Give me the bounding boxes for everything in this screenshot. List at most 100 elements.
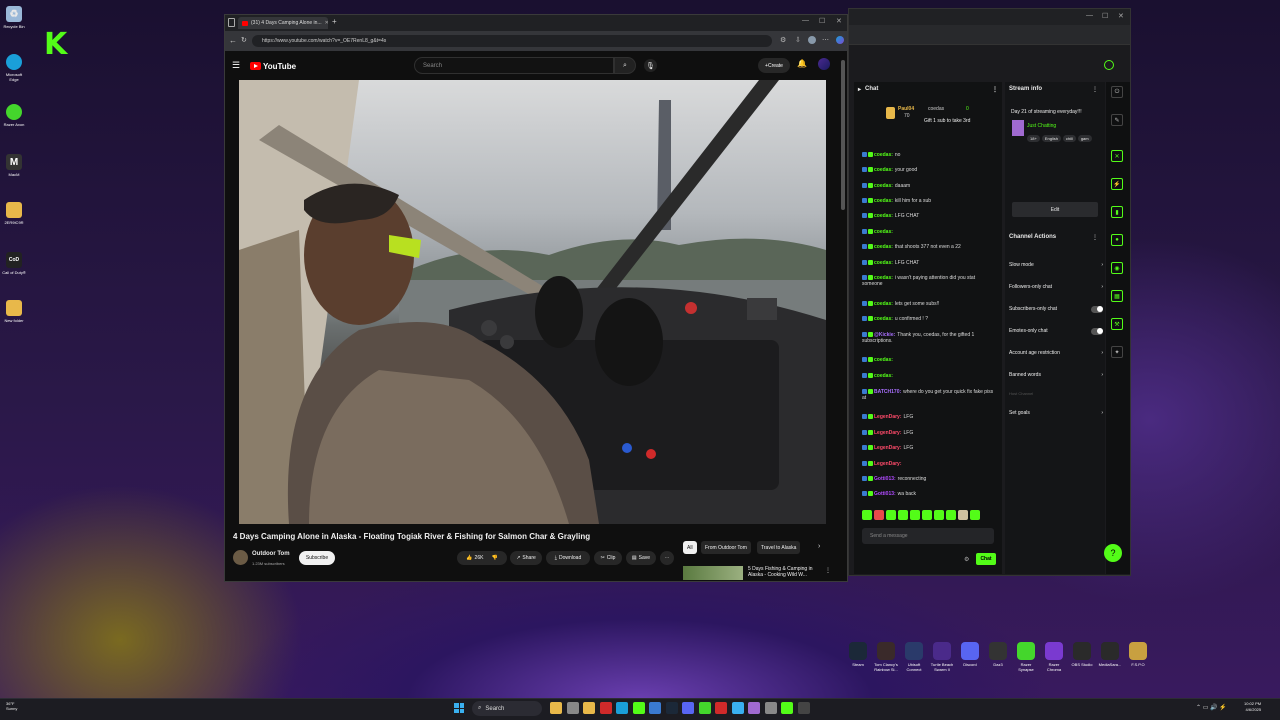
desktop-shortcut[interactable]: Razer Chroma [1042,642,1066,672]
desktop-icon-new-folder[interactable]: New folder [2,300,26,323]
microphone-icon[interactable]: 🎙 [644,59,657,72]
pinned-message[interactable]: Paul04 70 coedas 0 Gift 1 sub to take 3r… [880,104,990,132]
stream-category[interactable]: Just Chatting [1027,123,1056,129]
chevron-right-icon[interactable]: › [818,543,820,550]
taskbar-app-icon[interactable] [616,702,628,714]
more-icon[interactable]: ⋮ [992,86,998,93]
chat-message[interactable]: coedas: u confirmed ! ? [862,316,996,322]
taskbar-app-icon[interactable] [748,702,760,714]
chat-username[interactable]: coedas: [874,260,893,266]
notifications-icon[interactable]: 🔔 [797,59,807,68]
emote-icon[interactable] [922,510,932,520]
desktop-icon-edge[interactable]: Microsoft Edge [2,54,26,82]
minimize-button[interactable]: — [802,17,809,24]
chat-message[interactable]: coedas: kill him for a sub [862,198,996,204]
trash-icon[interactable]: ▮ [1111,206,1123,218]
chat-username[interactable]: coedas: [874,316,893,322]
maximize-button[interactable]: ☐ [819,17,825,25]
emote-icon[interactable] [970,510,980,520]
chat-username[interactable]: coedas: [874,198,893,204]
like-dislike-buttons[interactable]: 👍 26K 👎 [457,551,507,565]
chat-message[interactable]: coedas: LFG CHAT [862,260,996,266]
chat-username[interactable]: coedas: [874,357,893,363]
settings-icon[interactable]: ⚙ [964,556,969,563]
weather-widget[interactable]: 36°F Sunny [6,701,17,711]
taskbar-app-icon[interactable] [781,702,793,714]
tab-actions-icon[interactable] [228,18,235,27]
action-slow-mode[interactable]: Slow mode › [1009,256,1103,274]
channel-name[interactable]: Outdoor Tom [252,551,290,557]
taskbar-app-icon[interactable] [566,702,579,714]
desktop-shortcut[interactable]: Razer Synapse [1014,642,1038,672]
subscribers-only-toggle[interactable] [1091,305,1103,313]
channel-avatar[interactable] [233,550,248,565]
desktop-shortcut[interactable]: Daz3 [986,642,1010,667]
desktop-shortcut[interactable]: F.S.P.O [1126,642,1150,667]
desktop-icon-macm[interactable]: M MacM [2,154,26,177]
save-button[interactable]: ▤ Save [626,551,656,565]
chip-all[interactable]: All [683,541,697,554]
pin-icon[interactable]: ✦ [1111,346,1123,358]
chat-username[interactable]: Gotti013: [874,476,896,482]
taskbar-app-icon[interactable] [698,702,711,714]
chat-message[interactable]: coedas: LFG CHAT [862,213,996,219]
desktop-icon-folder[interactable]: 2ER9IC9R [2,202,26,225]
chat-username[interactable]: coedas: [874,213,893,219]
chat-message[interactable]: LegenDary: LFG [862,445,996,451]
emote-icon[interactable] [862,510,872,520]
chat-message[interactable]: @Kickie: Thank you, coedas, for the gifte… [862,332,996,344]
chat-message[interactable]: coedas: [862,229,996,235]
chat-message[interactable]: LegenDary: LFG [862,414,996,420]
video-player[interactable] [239,80,826,524]
create-button[interactable]: + Create [758,58,790,73]
copilot-icon[interactable] [836,36,844,44]
system-tray[interactable]: ⌃ ▭ 🔊 ⚡ [1196,704,1227,711]
start-button[interactable] [454,703,464,713]
desktop-shortcut[interactable]: MediaSara... [1098,642,1122,667]
desktop-shortcut[interactable]: Steam [846,642,870,667]
chat-username[interactable]: coedas: [874,301,893,307]
youtube-logo[interactable]: YouTube [250,60,296,72]
chat-message[interactable]: LegenDary: LFG [862,430,996,436]
emote-icon[interactable] [898,510,908,520]
taskbar-app-icon[interactable] [797,702,810,714]
action-followers-only[interactable]: Followers-only chat › [1009,278,1103,296]
chat-bubble-icon[interactable]: ● [1111,234,1123,246]
more-icon[interactable]: ⋮ [1092,86,1098,93]
desktop-shortcut[interactable]: Tom Clancy's Rainbow Si... [874,642,898,672]
chat-message[interactable]: coedas: [862,373,996,379]
download-button[interactable]: ⤓ Download [546,551,590,565]
tab-close-icon[interactable]: ✕ [325,20,328,26]
subscribe-button[interactable]: Subscribe [299,551,335,565]
emote-icon[interactable] [934,510,944,520]
more-actions-button[interactable]: ⋯ [660,551,674,565]
desktop-icon-razer-axon[interactable]: Razer Axon [2,104,26,127]
maximize-button[interactable]: ☐ [1102,12,1108,20]
close-icon[interactable]: ✕ [1111,150,1123,162]
close-button[interactable]: ✕ [836,17,842,25]
emote-icon[interactable] [958,510,968,520]
close-button[interactable]: ✕ [1118,12,1124,20]
chat-message[interactable]: BATCH170: where do you get your quick fix… [862,389,996,401]
youtube-search-input[interactable]: Search [414,57,614,74]
emotes-only-toggle[interactable] [1091,327,1103,335]
recommended-title[interactable]: 5 Days Fishing & Camping in Alaska - Coo… [748,566,818,578]
chat-message-input[interactable]: Send a message [862,528,994,544]
desktop-shortcut[interactable]: Ubisoft Connect [902,642,926,672]
chat-username[interactable]: Gotti013: [874,491,896,497]
action-banned-words[interactable]: Banned words › [1009,366,1103,384]
taskbar-app-icon[interactable] [583,702,595,714]
calendar-icon[interactable]: ▦ [1111,290,1123,302]
address-bar[interactable]: https://www.youtube.com/watch?v=_OE7RenL… [252,35,772,47]
taskbar-app-icon[interactable] [599,702,612,714]
action-set-goals[interactable]: Set goals › [1009,404,1103,422]
chip-travel-alaska[interactable]: Travel to Alaska [757,541,801,554]
chat-username[interactable]: BATCH170: [874,389,901,395]
help-icon[interactable]: ? [1104,544,1122,562]
downloads-icon[interactable]: ⇩ [795,36,801,44]
chat-username[interactable]: LegenDary: [874,461,902,467]
share-button[interactable]: ↗ Share [510,551,542,565]
taskbar-app-icon[interactable] [764,702,777,714]
browser-tab-youtube[interactable]: (31) 4 Days Camping Alone in... ✕ [238,17,328,29]
search-button[interactable]: ⌕ [614,57,636,74]
